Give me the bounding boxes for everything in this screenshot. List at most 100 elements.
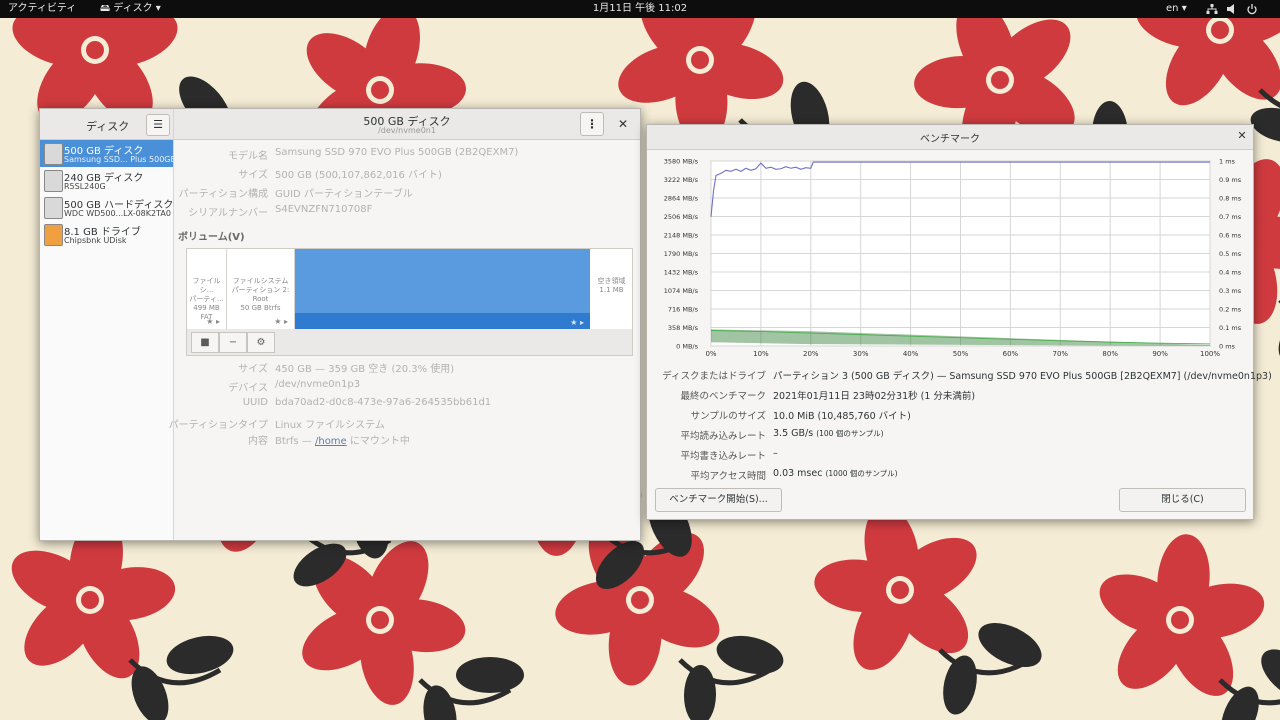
property-value: GUID パーティションテーブル (275, 189, 413, 200)
content-prefix: Btrfs — (275, 436, 315, 447)
y-tick-label-left: 2506 MB/s (664, 213, 699, 221)
volume-line1: 空き領域 (597, 277, 626, 285)
main-menu-button[interactable]: ☰ (146, 114, 170, 136)
disk-path: /dev/nvme0n1 (378, 126, 436, 135)
sidebar-header: ディスク ☰ (40, 109, 173, 140)
property-row: パーティションタイプ Linux ファイルシステム (169, 416, 640, 432)
dialog-header: ベンチマーク ✕ (647, 125, 1253, 150)
x-tick-label: 100% (1200, 350, 1220, 358)
drive-item[interactable]: 240 GB ディスク R5SL240G (40, 167, 173, 194)
volume-line1: ファイルシ... (192, 277, 221, 294)
y-tick-label-right: 0.5 ms (1219, 250, 1242, 258)
partition-options-button[interactable]: ⚙ (247, 332, 275, 353)
info-value: 0.03 msec (1000 個のサンプル) (773, 468, 898, 479)
activities-button[interactable]: アクティビティ (8, 0, 76, 18)
x-tick-label: 50% (953, 350, 969, 358)
y-tick-label-right: 0.4 ms (1219, 269, 1242, 277)
info-value: 2021年01月11日 23時02分31秒 (1 分未満前) (773, 391, 976, 402)
drive-options-button[interactable]: ⋮ (580, 112, 604, 136)
property-value: 450 GB — 359 GB 空き (20.3% 使用) (275, 364, 455, 375)
property-label: モデル名 (228, 151, 268, 162)
ssd-icon (44, 143, 63, 165)
property-label: サイズ (238, 364, 268, 375)
drive-item[interactable]: 8.1 GB ドライブ Chipsbnk UDisk (40, 221, 173, 248)
drive-item[interactable]: 500 GB ハードディスク WDC WD500...LX-08K2TA0 (40, 194, 173, 221)
property-row: UUID bda70ad2-d0c8-473e-97a6-264535bb61d1 (174, 397, 640, 413)
network-icon[interactable] (1206, 0, 1218, 18)
volume-free-space[interactable]: 空き領域 1.1 MB (591, 249, 632, 329)
chevron-down-icon: ▾ (1181, 3, 1187, 14)
content-label: 内容 (248, 436, 268, 447)
benchmark-info-row: 平均アクセス時間 0.03 msec (1000 個のサンプル) (647, 468, 1253, 484)
disk-header: 500 GB ディスク /dev/nvme0n1 ⋮ ✕ (174, 109, 640, 140)
info-label: 平均読み込みレート (680, 431, 766, 442)
property-value: Linux ファイルシステム (275, 419, 385, 431)
y-tick-label-left: 1432 MB/s (664, 269, 699, 277)
property-label: サイズ (238, 170, 268, 181)
volume-icon[interactable] (1226, 0, 1238, 18)
x-tick-label: 80% (1102, 350, 1118, 358)
close-button[interactable]: 閉じる(C) (1119, 488, 1246, 512)
property-label: パーティション構成 (178, 189, 268, 200)
hamburger-icon: ☰ (153, 118, 163, 131)
volumes-heading: ボリューム(V) (178, 232, 245, 243)
y-tick-label-left: 2864 MB/s (664, 195, 699, 203)
input-language-menu[interactable]: en ▾ (1166, 0, 1187, 18)
lang-label: en (1166, 3, 1179, 14)
volume-line1: ファイルシステム (232, 277, 289, 285)
volume-efi[interactable]: ファイルシ... パーティ... 499 MB FAT ★ ▸ (187, 249, 227, 329)
property-row: パーティション構成 GUID パーティションテーブル (174, 185, 640, 201)
property-label: UUID (242, 397, 268, 408)
y-tick-label-left: 3222 MB/s (664, 176, 699, 184)
power-icon[interactable] (1246, 0, 1258, 18)
info-label: 最終のベンチマーク (680, 391, 766, 402)
property-value: 500 GB (500,107,862,016 バイト) (275, 170, 442, 181)
volume-root[interactable]: ファイルシステム パーティション 2: Root 50 GB Btrfs ★ ▸ (227, 249, 295, 329)
chevron-down-icon: ▾ (155, 3, 161, 14)
kebab-menu-icon: ⋮ (586, 117, 598, 131)
y-tick-label-right: 0.7 ms (1219, 213, 1242, 221)
y-tick-label-right: 0.8 ms (1219, 195, 1242, 203)
benchmark-dialog: ベンチマーク ✕ 0% 10% 20% 30% 40% 50% 60% 70% 80% 90% 10… (646, 124, 1272, 520)
sidebar-title: ディスク (86, 120, 130, 133)
y-tick-label-left: 1790 MB/s (664, 250, 699, 258)
x-tick-label: 20% (803, 350, 819, 358)
x-tick-label: 40% (903, 350, 919, 358)
info-value: 3.5 GB/s (100 個のサンプル) (773, 428, 884, 439)
disks-app-icon: 🖴 (100, 3, 111, 14)
benchmark-chart: 0% 10% 20% 30% 40% 50% 60% 70% 80% 90% 100% 0 MB/s 0… (664, 158, 1242, 359)
property-value: bda70ad2-d0c8-473e-97a6-264535bb61d1 (275, 397, 492, 408)
start-benchmark-button[interactable]: ベンチマーク開始(S)... (655, 488, 782, 512)
y-tick-label-right: 1 ms (1219, 158, 1236, 166)
benchmark-info-row: 平均書き込みレート – (647, 448, 1253, 464)
property-row: モデル名 Samsung SSD 970 EVO Plus 500GB (2B2Q… (174, 147, 640, 163)
x-tick-label: 30% (853, 350, 869, 358)
mount-point-link[interactable]: /home (315, 436, 347, 447)
volume-line2: 1.1 MB (599, 286, 624, 294)
minus-icon: − (228, 337, 238, 348)
property-label: デバイス (228, 382, 268, 394)
info-label: 平均書き込みレート (680, 451, 766, 462)
unmount-button[interactable]: ■ (191, 332, 219, 353)
drive-item[interactable]: 500 GB ディスク Samsung SSD... Plus 500GB (40, 140, 176, 167)
app-menu[interactable]: 🖴 ディスク ▾ (100, 0, 161, 18)
drive-sidebar: ディスク ☰ 500 GB ディスク Samsung SSD... Plus 50… (40, 109, 176, 540)
clock[interactable]: 1月11日 午後 11:02 (593, 3, 687, 14)
drive-model: WDC WD500...LX-08K2TA0 (64, 209, 171, 218)
volume-line2: パーティション 2: Root (231, 286, 290, 303)
info-note: (100 個のサンプル) (816, 429, 884, 438)
info-label: ディスクまたはドライブ (662, 371, 766, 382)
y-tick-label-right: 0.1 ms (1219, 324, 1242, 332)
x-tick-label: 10% (753, 350, 769, 358)
close-icon: ✕ (617, 117, 629, 131)
mount-star-icon: ★ ▸ (274, 317, 288, 326)
volume-home-selected[interactable]: ★ ▸ (295, 249, 590, 329)
benchmark-info-row: 平均読み込みレート 3.5 GB/s (100 個のサンプル) (647, 428, 1253, 444)
x-tick-label: 0% (705, 350, 716, 358)
close-window-button[interactable]: ✕ (614, 115, 632, 133)
y-tick-label-left: 3580 MB/s (664, 158, 699, 166)
delete-partition-button[interactable]: − (219, 332, 247, 353)
x-tick-label: 90% (1152, 350, 1168, 358)
info-label: 平均アクセス時間 (690, 471, 766, 482)
close-dialog-button[interactable]: ✕ (1235, 129, 1249, 142)
